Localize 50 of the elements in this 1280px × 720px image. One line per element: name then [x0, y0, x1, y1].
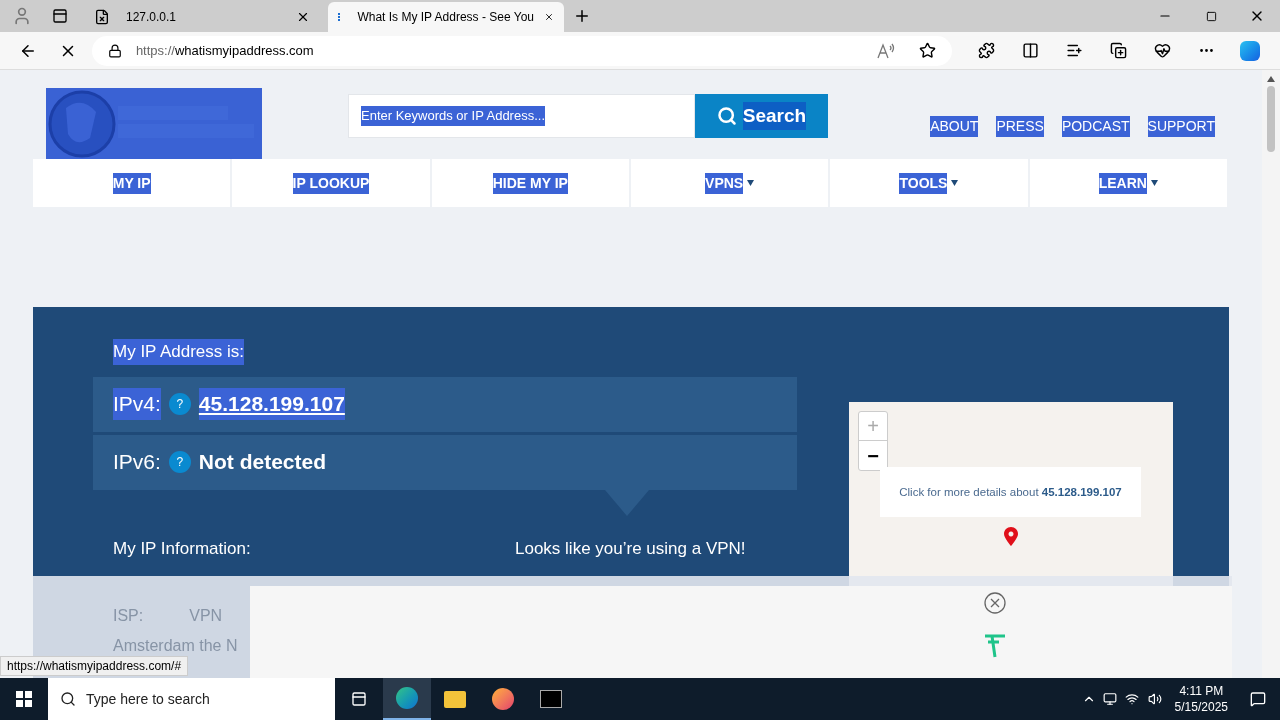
- search-field[interactable]: Enter Keywords or IP Address...: [348, 94, 695, 138]
- search-icon: [716, 106, 737, 126]
- info-heading: My IP Information:: [113, 537, 252, 560]
- edge-icon[interactable]: [383, 678, 431, 720]
- ip-value: Not detected: [198, 449, 327, 476]
- help-icon[interactable]: ?: [168, 451, 191, 474]
- nav-item[interactable]: VPNS: [631, 159, 831, 208]
- scroll-up-icon[interactable]: [1267, 76, 1275, 82]
- vpn-notice: Looks like you’re using a VPN!: [515, 537, 746, 560]
- browser-tab[interactable]: What Is My IP Address - See You: [328, 2, 564, 32]
- faded-info-text: VPN: [189, 606, 223, 626]
- clock[interactable]: 4:11 PM 5/15/2025: [1166, 683, 1236, 715]
- header-link[interactable]: PRESS: [996, 116, 1044, 137]
- header-link[interactable]: PODCAST: [1061, 116, 1130, 137]
- ip-row: IPv4: ? 45.128.199.107: [93, 376, 797, 432]
- read-aloud-icon[interactable]: [877, 42, 896, 59]
- ip-heading: My IP Address is:: [113, 339, 244, 365]
- faded-info-text: ISP:: [113, 606, 144, 626]
- nav-item[interactable]: MY IP: [33, 159, 233, 208]
- loading-icon: [338, 13, 342, 21]
- tab-title: 127.0.0.1: [126, 9, 178, 26]
- header-link[interactable]: SUPPORT: [1147, 116, 1215, 137]
- search-button[interactable]: Search: [695, 94, 828, 138]
- nav-item[interactable]: IP LOOKUP: [232, 159, 432, 208]
- nav-item[interactable]: TOOLS: [830, 159, 1030, 208]
- search-icon: [60, 691, 76, 707]
- help-icon[interactable]: ?: [168, 393, 191, 416]
- scrollbar-thumb[interactable]: [1267, 86, 1275, 152]
- address-field[interactable]: https://whatismyipaddress.com: [91, 35, 953, 66]
- ip-row: IPv6: ? Not detected: [93, 434, 797, 490]
- close-tab-icon[interactable]: [296, 10, 310, 24]
- close-circle-icon[interactable]: [984, 592, 1006, 614]
- favorite-star-icon[interactable]: [919, 42, 937, 59]
- ad-logo-icon: [983, 633, 1007, 659]
- status-url-tooltip: https://whatismyipaddress.com/#: [0, 656, 189, 676]
- search-placeholder: Enter Keywords or IP Address...: [361, 106, 545, 126]
- url-text: https://whatismyipaddress.com: [135, 41, 315, 60]
- taskbar-search-field[interactable]: Type here to search: [48, 678, 335, 720]
- map-pin-icon[interactable]: [1004, 527, 1018, 547]
- lock-icon: [107, 43, 122, 58]
- header-link[interactable]: ABOUT: [930, 116, 979, 137]
- page-error-icon: [94, 9, 110, 25]
- nav-item[interactable]: LEARN: [1029, 159, 1229, 208]
- browser-tab[interactable]: 127.0.0.1: [84, 2, 320, 32]
- nav-item[interactable]: HIDE MY IP: [431, 159, 631, 208]
- map-popup[interactable]: Click for more details about 45.128.199.107: [880, 467, 1141, 518]
- faded-info-text: Amsterdam the N: [113, 636, 238, 656]
- taskbar-search-placeholder: Type here to search: [86, 689, 210, 709]
- tab-title: What Is My IP Address - See You: [357, 9, 534, 26]
- ip-value[interactable]: 45.128.199.107: [198, 388, 345, 420]
